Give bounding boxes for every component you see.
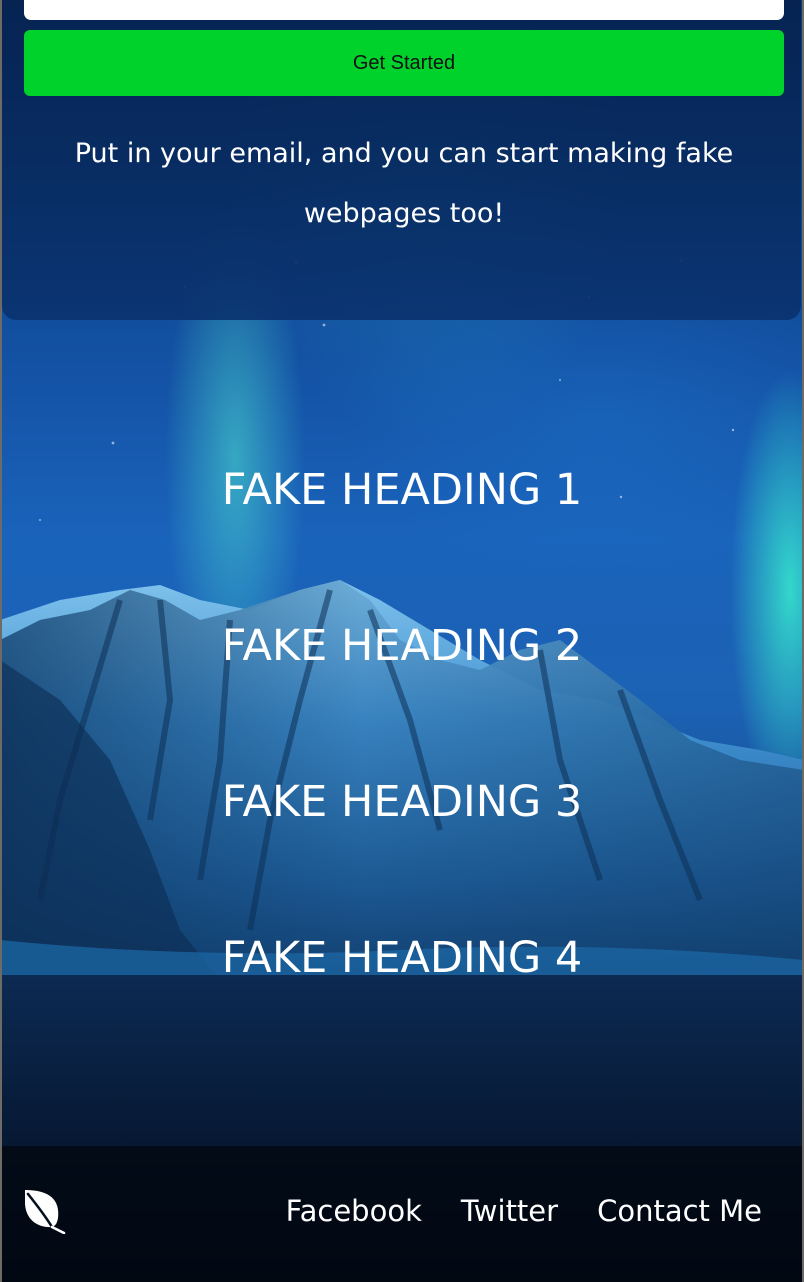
footer: Facebook Twitter Contact Me [2, 1146, 802, 1282]
window-edge-left [0, 0, 2, 1282]
feature-heading-1: FAKE HEADING 1 [221, 465, 583, 515]
get-started-button[interactable]: Get Started [24, 30, 784, 96]
footer-nav-item: Twitter [461, 1191, 558, 1231]
footer-nav-item: Facebook [286, 1191, 422, 1231]
contact-me-link[interactable]: Contact Me [597, 1191, 762, 1231]
email-input[interactable] [24, 0, 784, 20]
feature-heading-2: FAKE HEADING 2 [221, 621, 583, 671]
footer-nav-item: Contact Me [597, 1191, 762, 1231]
facebook-link[interactable]: Facebook [286, 1191, 422, 1231]
feature-heading-4: FAKE HEADING 4 [221, 933, 583, 983]
signup-panel: Get Started Put in your email, and you c… [2, 0, 801, 320]
footer-nav: Facebook Twitter Contact Me [286, 1191, 762, 1231]
feature-heading-3: FAKE HEADING 3 [221, 777, 583, 827]
twitter-link[interactable]: Twitter [461, 1191, 558, 1231]
leaf-icon[interactable] [22, 1188, 68, 1235]
signup-description: Put in your email, and you can start mak… [74, 138, 734, 229]
